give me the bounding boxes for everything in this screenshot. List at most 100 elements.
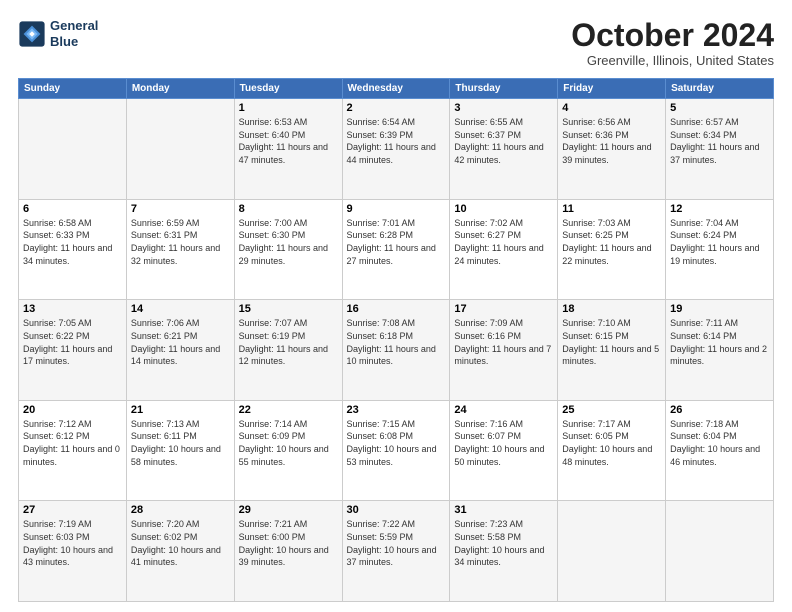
day-number: 19 xyxy=(670,303,769,315)
table-cell: 16 Sunrise: 7:08 AMSunset: 6:18 PMDaylig… xyxy=(342,300,450,401)
day-number: 23 xyxy=(347,404,446,416)
table-cell: 17 Sunrise: 7:09 AMSunset: 6:16 PMDaylig… xyxy=(450,300,558,401)
day-info: Sunrise: 7:10 AMSunset: 6:15 PMDaylight:… xyxy=(562,317,661,367)
day-number: 5 xyxy=(670,102,769,114)
week-row-1: 1 Sunrise: 6:53 AMSunset: 6:40 PMDayligh… xyxy=(19,99,774,200)
day-info: Sunrise: 7:12 AMSunset: 6:12 PMDaylight:… xyxy=(23,418,122,468)
day-info: Sunrise: 7:01 AMSunset: 6:28 PMDaylight:… xyxy=(347,217,446,267)
day-info: Sunrise: 7:11 AMSunset: 6:14 PMDaylight:… xyxy=(670,317,769,367)
week-row-4: 20 Sunrise: 7:12 AMSunset: 6:12 PMDaylig… xyxy=(19,400,774,501)
day-info: Sunrise: 7:02 AMSunset: 6:27 PMDaylight:… xyxy=(454,217,553,267)
day-number: 21 xyxy=(131,404,230,416)
calendar-container: General Blue October 2024 Greenville, Il… xyxy=(0,0,792,612)
day-info: Sunrise: 7:21 AMSunset: 6:00 PMDaylight:… xyxy=(239,518,338,568)
table-cell: 3 Sunrise: 6:55 AMSunset: 6:37 PMDayligh… xyxy=(450,99,558,200)
table-cell: 30 Sunrise: 7:22 AMSunset: 5:59 PMDaylig… xyxy=(342,501,450,602)
day-info: Sunrise: 7:03 AMSunset: 6:25 PMDaylight:… xyxy=(562,217,661,267)
day-number: 20 xyxy=(23,404,122,416)
table-cell: 13 Sunrise: 7:05 AMSunset: 6:22 PMDaylig… xyxy=(19,300,127,401)
table-cell: 28 Sunrise: 7:20 AMSunset: 6:02 PMDaylig… xyxy=(126,501,234,602)
day-info: Sunrise: 7:08 AMSunset: 6:18 PMDaylight:… xyxy=(347,317,446,367)
day-info: Sunrise: 6:57 AMSunset: 6:34 PMDaylight:… xyxy=(670,116,769,166)
table-cell: 14 Sunrise: 7:06 AMSunset: 6:21 PMDaylig… xyxy=(126,300,234,401)
header-saturday: Saturday xyxy=(666,79,774,99)
day-number: 29 xyxy=(239,504,338,516)
day-info: Sunrise: 7:23 AMSunset: 5:58 PMDaylight:… xyxy=(454,518,553,568)
week-row-5: 27 Sunrise: 7:19 AMSunset: 6:03 PMDaylig… xyxy=(19,501,774,602)
table-cell: 18 Sunrise: 7:10 AMSunset: 6:15 PMDaylig… xyxy=(558,300,666,401)
table-cell: 8 Sunrise: 7:00 AMSunset: 6:30 PMDayligh… xyxy=(234,199,342,300)
day-info: Sunrise: 7:00 AMSunset: 6:30 PMDaylight:… xyxy=(239,217,338,267)
day-info: Sunrise: 7:17 AMSunset: 6:05 PMDaylight:… xyxy=(562,418,661,468)
day-number: 30 xyxy=(347,504,446,516)
day-number: 31 xyxy=(454,504,553,516)
table-cell: 1 Sunrise: 6:53 AMSunset: 6:40 PMDayligh… xyxy=(234,99,342,200)
day-info: Sunrise: 7:07 AMSunset: 6:19 PMDaylight:… xyxy=(239,317,338,367)
month-title: October 2024 xyxy=(571,18,774,53)
day-number: 26 xyxy=(670,404,769,416)
day-number: 13 xyxy=(23,303,122,315)
day-info: Sunrise: 7:04 AMSunset: 6:24 PMDaylight:… xyxy=(670,217,769,267)
day-info: Sunrise: 7:18 AMSunset: 6:04 PMDaylight:… xyxy=(670,418,769,468)
day-number: 3 xyxy=(454,102,553,114)
title-block: October 2024 Greenville, Illinois, Unite… xyxy=(571,18,774,68)
week-row-3: 13 Sunrise: 7:05 AMSunset: 6:22 PMDaylig… xyxy=(19,300,774,401)
day-info: Sunrise: 6:58 AMSunset: 6:33 PMDaylight:… xyxy=(23,217,122,267)
calendar-table: Sunday Monday Tuesday Wednesday Thursday… xyxy=(18,78,774,602)
day-number: 2 xyxy=(347,102,446,114)
day-info: Sunrise: 6:53 AMSunset: 6:40 PMDaylight:… xyxy=(239,116,338,166)
header-monday: Monday xyxy=(126,79,234,99)
table-cell: 9 Sunrise: 7:01 AMSunset: 6:28 PMDayligh… xyxy=(342,199,450,300)
day-info: Sunrise: 6:59 AMSunset: 6:31 PMDaylight:… xyxy=(131,217,230,267)
logo-text: General Blue xyxy=(50,18,98,49)
table-cell: 29 Sunrise: 7:21 AMSunset: 6:00 PMDaylig… xyxy=(234,501,342,602)
day-info: Sunrise: 7:16 AMSunset: 6:07 PMDaylight:… xyxy=(454,418,553,468)
day-number: 16 xyxy=(347,303,446,315)
table-cell: 6 Sunrise: 6:58 AMSunset: 6:33 PMDayligh… xyxy=(19,199,127,300)
day-number: 25 xyxy=(562,404,661,416)
table-cell: 10 Sunrise: 7:02 AMSunset: 6:27 PMDaylig… xyxy=(450,199,558,300)
day-info: Sunrise: 6:56 AMSunset: 6:36 PMDaylight:… xyxy=(562,116,661,166)
table-cell: 7 Sunrise: 6:59 AMSunset: 6:31 PMDayligh… xyxy=(126,199,234,300)
day-number: 1 xyxy=(239,102,338,114)
table-cell: 11 Sunrise: 7:03 AMSunset: 6:25 PMDaylig… xyxy=(558,199,666,300)
day-number: 24 xyxy=(454,404,553,416)
day-number: 18 xyxy=(562,303,661,315)
day-number: 17 xyxy=(454,303,553,315)
day-number: 9 xyxy=(347,203,446,215)
logo-icon xyxy=(18,20,46,48)
day-number: 7 xyxy=(131,203,230,215)
day-info: Sunrise: 7:22 AMSunset: 5:59 PMDaylight:… xyxy=(347,518,446,568)
header-sunday: Sunday xyxy=(19,79,127,99)
week-row-2: 6 Sunrise: 6:58 AMSunset: 6:33 PMDayligh… xyxy=(19,199,774,300)
table-cell xyxy=(19,99,127,200)
table-cell xyxy=(666,501,774,602)
day-number: 6 xyxy=(23,203,122,215)
header-friday: Friday xyxy=(558,79,666,99)
day-info: Sunrise: 7:19 AMSunset: 6:03 PMDaylight:… xyxy=(23,518,122,568)
day-info: Sunrise: 7:20 AMSunset: 6:02 PMDaylight:… xyxy=(131,518,230,568)
table-cell: 4 Sunrise: 6:56 AMSunset: 6:36 PMDayligh… xyxy=(558,99,666,200)
table-cell: 24 Sunrise: 7:16 AMSunset: 6:07 PMDaylig… xyxy=(450,400,558,501)
day-info: Sunrise: 6:54 AMSunset: 6:39 PMDaylight:… xyxy=(347,116,446,166)
day-number: 27 xyxy=(23,504,122,516)
table-cell: 26 Sunrise: 7:18 AMSunset: 6:04 PMDaylig… xyxy=(666,400,774,501)
day-info: Sunrise: 7:13 AMSunset: 6:11 PMDaylight:… xyxy=(131,418,230,468)
day-number: 15 xyxy=(239,303,338,315)
day-info: Sunrise: 7:05 AMSunset: 6:22 PMDaylight:… xyxy=(23,317,122,367)
day-number: 8 xyxy=(239,203,338,215)
day-info: Sunrise: 7:09 AMSunset: 6:16 PMDaylight:… xyxy=(454,317,553,367)
table-cell: 19 Sunrise: 7:11 AMSunset: 6:14 PMDaylig… xyxy=(666,300,774,401)
table-cell: 25 Sunrise: 7:17 AMSunset: 6:05 PMDaylig… xyxy=(558,400,666,501)
location: Greenville, Illinois, United States xyxy=(571,53,774,68)
day-number: 10 xyxy=(454,203,553,215)
table-cell xyxy=(126,99,234,200)
table-cell: 5 Sunrise: 6:57 AMSunset: 6:34 PMDayligh… xyxy=(666,99,774,200)
day-number: 12 xyxy=(670,203,769,215)
header-tuesday: Tuesday xyxy=(234,79,342,99)
table-cell: 2 Sunrise: 6:54 AMSunset: 6:39 PMDayligh… xyxy=(342,99,450,200)
day-number: 22 xyxy=(239,404,338,416)
table-cell: 20 Sunrise: 7:12 AMSunset: 6:12 PMDaylig… xyxy=(19,400,127,501)
table-cell: 23 Sunrise: 7:15 AMSunset: 6:08 PMDaylig… xyxy=(342,400,450,501)
table-cell: 22 Sunrise: 7:14 AMSunset: 6:09 PMDaylig… xyxy=(234,400,342,501)
